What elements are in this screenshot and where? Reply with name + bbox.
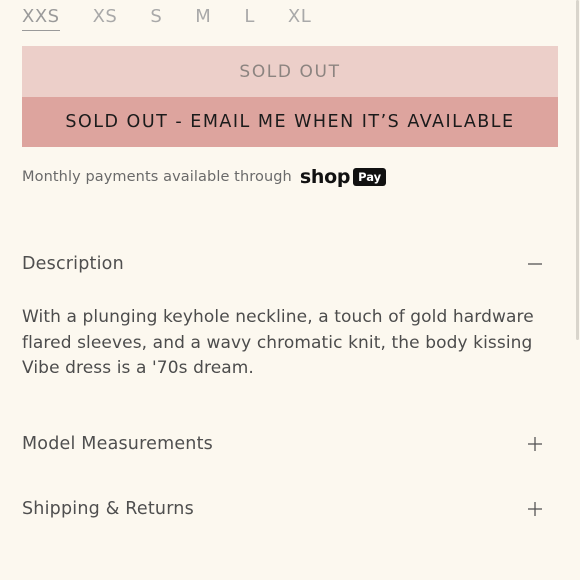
size-option-l[interactable]: L xyxy=(244,6,255,30)
email-notify-button[interactable]: SOLD OUT - EMAIL ME WHEN IT’S AVAILABLE xyxy=(22,97,558,147)
size-option-xl[interactable]: XL xyxy=(288,6,311,30)
accordion-model-title: Model Measurements xyxy=(22,434,213,454)
size-option-xxs[interactable]: XXS xyxy=(22,6,60,31)
description-text: With a plunging keyhole neckline, a touc… xyxy=(22,307,534,378)
accordion-shipping-header[interactable]: Shipping & Returns xyxy=(22,494,542,524)
plus-icon[interactable] xyxy=(528,437,542,451)
installments-banner: Monthly payments available through shop … xyxy=(22,164,387,190)
shop-pay-logo: shop Pay xyxy=(299,166,387,188)
size-option-xs[interactable]: XS xyxy=(93,6,118,30)
accordion-shipping-title: Shipping & Returns xyxy=(22,499,194,519)
plus-icon[interactable] xyxy=(528,502,542,516)
minus-icon[interactable] xyxy=(528,257,542,271)
size-option-m[interactable]: M xyxy=(195,6,211,30)
product-page: XXS XS S M L XL SOLD OUT SOLD OUT - EMAI… xyxy=(0,0,580,580)
installments-text: Monthly payments available through xyxy=(22,169,292,185)
scrollbar[interactable] xyxy=(576,0,579,340)
size-selector: XXS XS S M L XL xyxy=(22,6,344,32)
sold-out-button[interactable]: SOLD OUT xyxy=(22,46,558,97)
size-option-s[interactable]: S xyxy=(150,6,162,30)
accordion-description-header[interactable]: Description xyxy=(22,249,542,279)
accordion-description-title: Description xyxy=(22,254,124,274)
accordion-model-header[interactable]: Model Measurements xyxy=(22,429,542,459)
shop-pay-wordmark: shop xyxy=(299,166,351,188)
shop-pay-badge: Pay xyxy=(353,168,387,186)
